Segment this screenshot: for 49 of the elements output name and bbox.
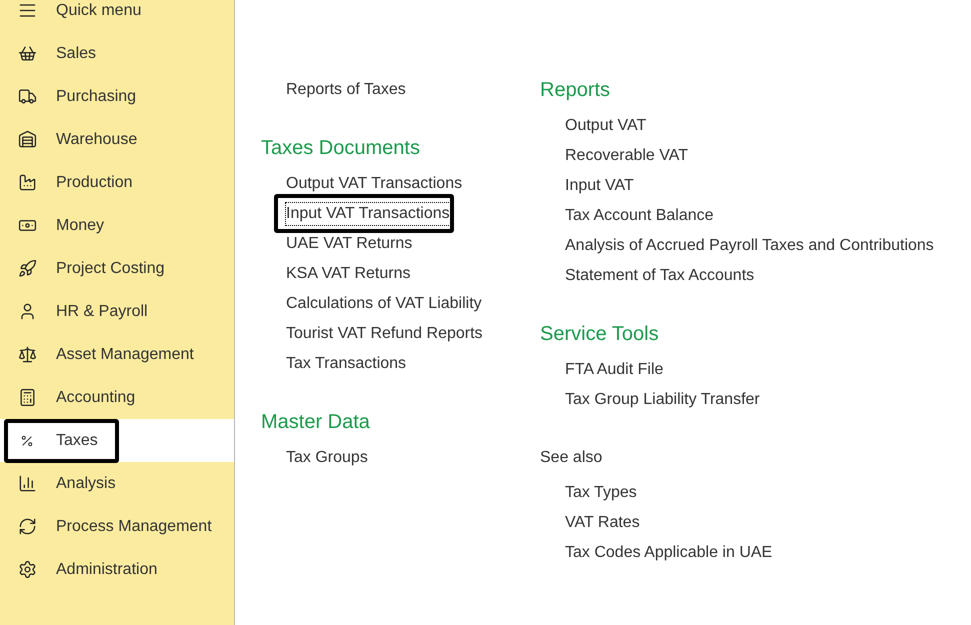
section-heading: Taxes Documents [261,136,421,161]
menu-link[interactable]: Calculations of VAT Liability [286,293,482,315]
section-heading: Reports [540,78,612,103]
calculator-icon [18,388,36,407]
menu-link[interactable]: Input VAT [565,175,634,197]
settings-icon [18,560,36,579]
menu-link[interactable]: Input VAT Transactions [286,203,450,225]
menu-link[interactable]: Tax Groups [286,447,368,469]
menu-link[interactable]: FTA Audit File [565,359,664,381]
rocket-icon [18,259,36,278]
section-heading: Service Tools [540,322,660,347]
bar-chart-icon [18,474,36,493]
sidebar-item[interactable]: Money [0,204,234,247]
section-heading: See also [540,448,604,468]
basket-icon [18,44,36,63]
menu-link[interactable]: Tax Group Liability Transfer [565,389,760,411]
sidebar-item[interactable]: Asset Management [0,333,234,376]
menu-link[interactable]: Tax Codes Applicable in UAE [565,542,772,564]
refresh-icon [18,517,36,536]
menu-link[interactable]: Tax Account Balance [565,205,714,227]
menu-link[interactable]: Reports of Taxes [286,79,406,101]
factory-icon [18,173,36,192]
menu-link[interactable]: Recoverable VAT [565,145,688,167]
sidebar-item[interactable]: Production [0,161,234,204]
scale-icon [18,345,36,364]
warehouse-icon [18,130,36,149]
sidebar-item[interactable]: Purchasing [0,75,234,118]
sidebar-item[interactable]: Accounting [0,376,234,419]
menu-link[interactable]: Output VAT [565,115,646,137]
menu-link[interactable]: VAT Rates [565,512,640,534]
menu-link[interactable]: KSA VAT Returns [286,263,410,285]
menu-link[interactable]: Output VAT Transactions [286,173,462,195]
menu-link[interactable]: Statement of Tax Accounts [565,265,754,287]
menu-link[interactable]: Analysis of Accrued Payroll Taxes and Contributions [565,235,934,257]
sidebar-item[interactable]: Analysis [0,462,234,505]
sidebar-item[interactable]: Sales [0,32,234,75]
sidebar-item[interactable]: Quick menu [0,0,234,32]
menu-link[interactable]: UAE VAT Returns [286,233,412,255]
section-heading: Master Data [261,410,371,435]
sidebar-item[interactable]: Administration [0,548,234,591]
truck-icon [18,87,36,106]
menu-link[interactable]: Tax Types [565,482,637,504]
sidebar-item[interactable]: HR & Payroll [0,290,234,333]
sidebar-item[interactable]: Process Management [0,505,234,548]
percent-icon [20,434,34,448]
sidebar-item[interactable]: Warehouse [0,118,234,161]
menu-link[interactable]: Tourist VAT Refund Reports [286,323,483,345]
sidebar-item[interactable]: Project Costing [0,247,234,290]
menu-link[interactable]: Tax Transactions [286,353,406,375]
